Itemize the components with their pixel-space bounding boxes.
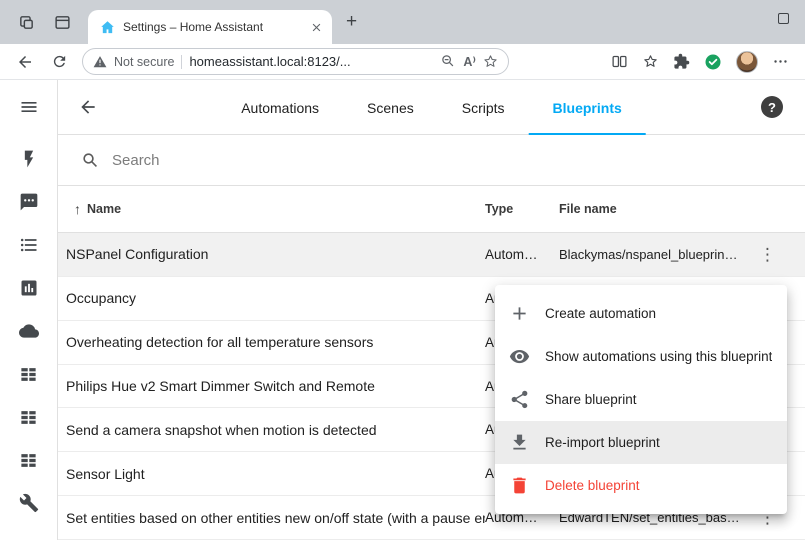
search-input[interactable] — [112, 152, 805, 169]
row-name: Set entities based on other entities new… — [58, 510, 485, 526]
favorite-star-icon[interactable] — [483, 54, 498, 69]
menu-item-share-blueprint[interactable]: Share blueprint — [495, 378, 787, 421]
kebab-icon: ⋮ — [759, 246, 776, 263]
eye-icon — [509, 346, 530, 367]
home-assistant-favicon — [100, 20, 115, 35]
read-aloud-icon[interactable]: A⁾ — [463, 54, 476, 69]
browser-toolbar: Not secure homeassistant.local:8123/... … — [0, 44, 805, 80]
row-context-menu: Create automation Show automations using… — [495, 285, 787, 514]
column-header-type[interactable]: Type — [485, 202, 559, 216]
column-header-file[interactable]: File name — [559, 202, 739, 216]
address-bar[interactable]: Not secure homeassistant.local:8123/... … — [82, 48, 509, 75]
menu-item-reimport-blueprint[interactable]: Re-import blueprint — [495, 421, 787, 464]
ha-app-header: Automations Scenes Scripts Blueprints ? — [58, 80, 805, 135]
more-menu-icon[interactable] — [772, 53, 789, 70]
tab-scenes[interactable]: Scenes — [343, 80, 438, 135]
browser-tab[interactable]: Settings – Home Assistant — [88, 10, 332, 44]
row-name: Occupancy — [58, 290, 485, 306]
menu-item-show-automations[interactable]: Show automations using this blueprint — [495, 335, 787, 378]
window-restore-icon[interactable] — [778, 13, 789, 24]
row-overflow-button[interactable]: ⋮ — [739, 246, 805, 263]
energy-icon[interactable] — [17, 147, 41, 171]
help-icon[interactable]: ? — [761, 96, 783, 118]
logbook-icon[interactable] — [17, 233, 41, 257]
tools-icon[interactable] — [17, 491, 41, 515]
plus-icon — [509, 303, 530, 324]
addon-brick-icon[interactable] — [17, 448, 41, 472]
new-tab-button[interactable]: + — [332, 0, 371, 44]
url-text[interactable]: homeassistant.local:8123/... — [189, 54, 434, 69]
refresh-icon[interactable] — [42, 48, 76, 76]
extensions-icon[interactable] — [673, 53, 690, 70]
tab-close-icon[interactable] — [308, 19, 324, 35]
zoom-out-icon[interactable] — [441, 54, 456, 69]
assist-icon[interactable] — [17, 190, 41, 214]
menu-item-create-automation[interactable]: Create automation — [495, 292, 787, 335]
menu-item-label: Re-import blueprint — [545, 435, 660, 450]
menu-item-label: Delete blueprint — [545, 478, 640, 493]
history-icon[interactable] — [17, 276, 41, 300]
trash-icon — [509, 475, 530, 496]
back-icon[interactable] — [8, 48, 42, 76]
sort-ascending-icon: ↑ — [74, 201, 81, 217]
tab-automations[interactable]: Automations — [217, 80, 343, 135]
search-row — [58, 135, 805, 186]
share-icon — [509, 389, 530, 410]
profile-avatar[interactable] — [736, 51, 758, 73]
row-type: Autom… — [485, 247, 559, 262]
row-name: NSPanel Configuration — [58, 246, 485, 262]
extension-badge-icon[interactable] — [704, 53, 722, 71]
security-label[interactable]: Not secure — [114, 55, 174, 69]
tab-blueprints[interactable]: Blueprints — [529, 80, 646, 135]
blueprint-tabs: Automations Scenes Scripts Blueprints — [217, 80, 646, 135]
row-name: Sensor Light — [58, 466, 485, 482]
tab-actions-icon[interactable] — [52, 12, 72, 32]
table-row[interactable]: NSPanel Configuration Autom… Blackymas/n… — [58, 233, 805, 277]
ha-sidebar — [0, 80, 58, 540]
not-secure-warning-icon — [93, 55, 107, 69]
tab-title: Settings – Home Assistant — [123, 20, 300, 34]
addon-brick-icon[interactable] — [17, 362, 41, 386]
menu-item-label: Share blueprint — [545, 392, 637, 407]
favorites-icon[interactable] — [642, 53, 659, 70]
menu-item-delete-blueprint[interactable]: Delete blueprint — [495, 464, 787, 507]
row-file: Blackymas/nspanel_blueprin… — [559, 247, 739, 262]
row-name: Philips Hue v2 Smart Dimmer Switch and R… — [58, 378, 485, 394]
menu-item-label: Show automations using this blueprint — [545, 349, 772, 364]
column-header-name[interactable]: ↑ Name — [58, 201, 485, 217]
menu-item-label: Create automation — [545, 306, 656, 321]
row-name: Overheating detection for all temperatur… — [58, 334, 485, 350]
workspaces-icon[interactable] — [16, 12, 36, 32]
download-icon — [509, 432, 530, 453]
addon-brick-icon[interactable] — [17, 405, 41, 429]
sidebar-menu-icon[interactable] — [15, 93, 43, 121]
search-icon — [81, 151, 100, 170]
address-divider — [181, 55, 182, 69]
row-name: Send a camera snapshot when motion is de… — [58, 422, 485, 438]
browser-window: Settings – Home Assistant + Not secure h… — [0, 0, 805, 540]
table-header: ↑ Name Type File name — [58, 186, 805, 233]
column-label-name: Name — [87, 202, 121, 216]
cloud-icon[interactable] — [17, 319, 41, 343]
ha-back-icon[interactable] — [74, 93, 102, 121]
tab-scripts[interactable]: Scripts — [438, 80, 529, 135]
browser-titlebar: Settings – Home Assistant + — [0, 0, 805, 44]
split-screen-icon[interactable] — [611, 53, 628, 70]
